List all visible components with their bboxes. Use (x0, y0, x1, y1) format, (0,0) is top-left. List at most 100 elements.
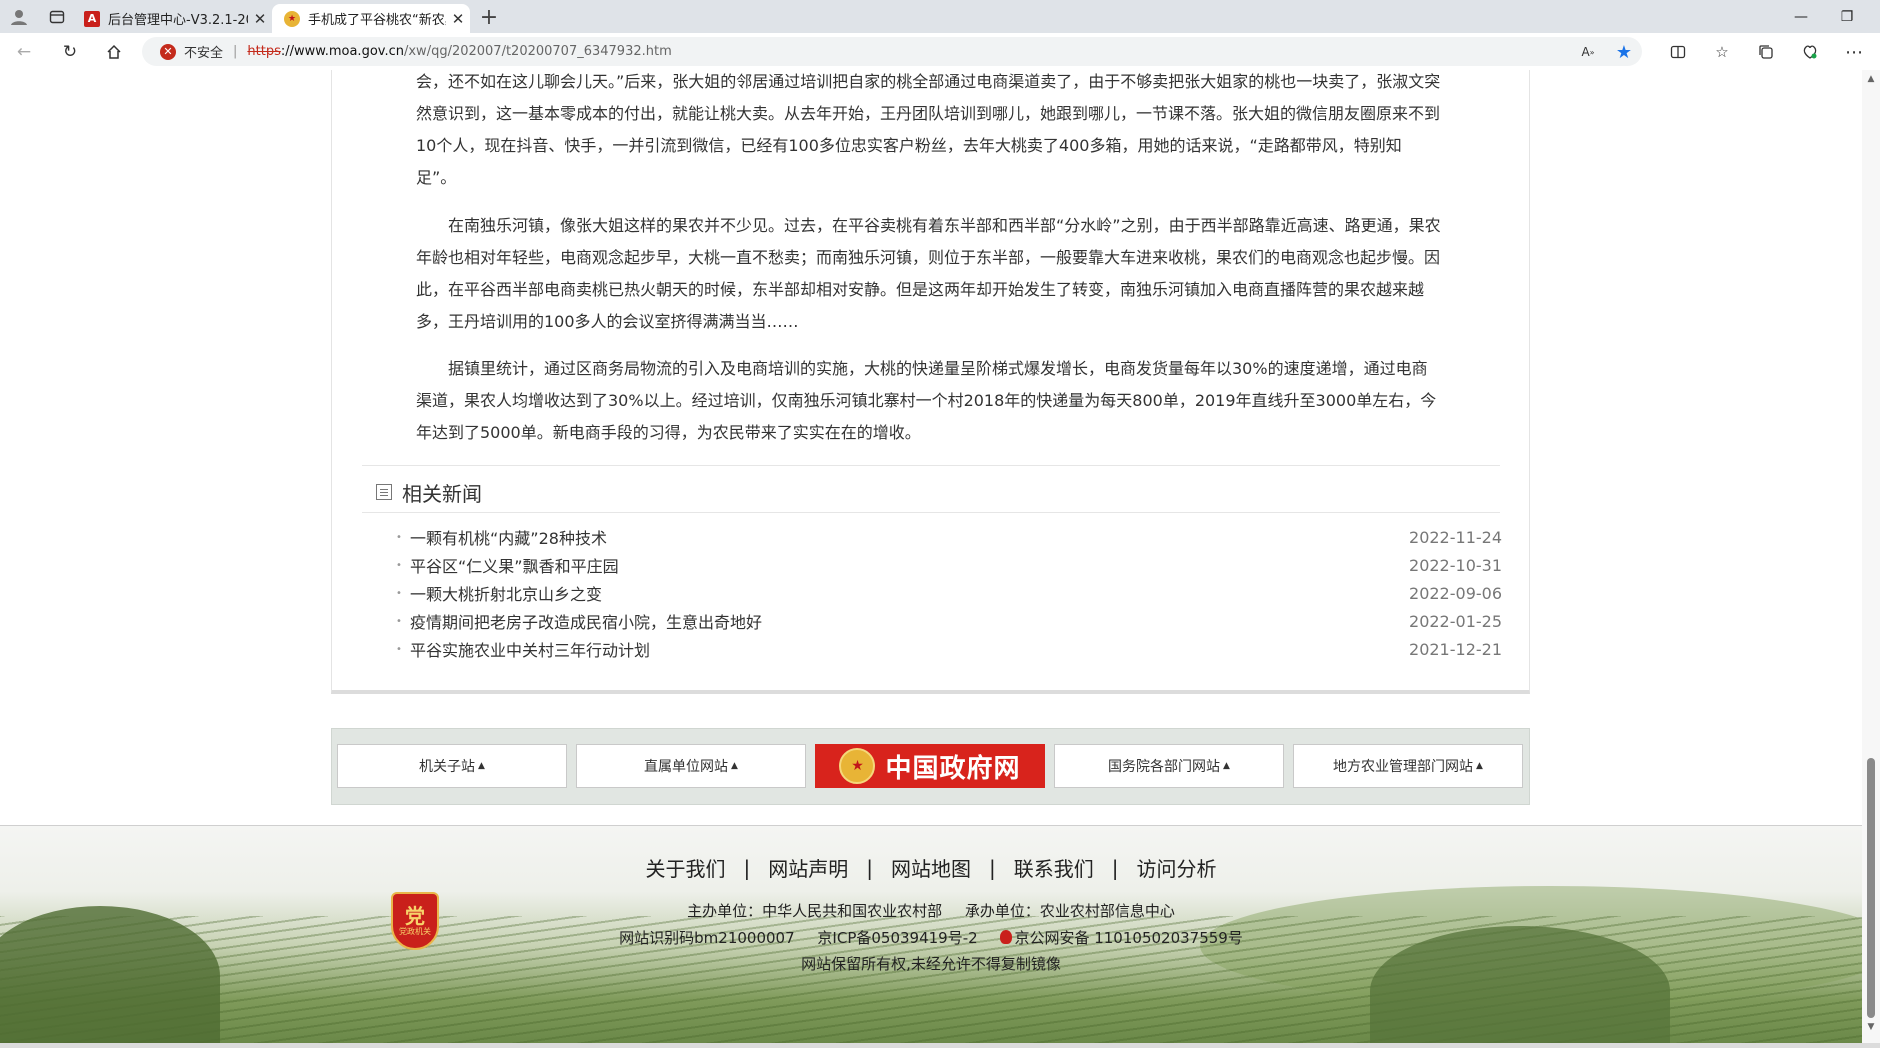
security-label: 不安全 (184, 46, 224, 61)
tab-title: 手机成了平谷桃农“新农具” (308, 13, 446, 28)
police-record[interactable]: 京公网安备 11010502037559号 (1000, 929, 1243, 947)
dept-subsites-dropdown[interactable]: 机关子站 ▲ (337, 744, 567, 788)
host-unit: 主办单位：中华人民共和国农业农村部 (687, 902, 943, 920)
footer-links: 关于我们 | 网站声明 | 网站地图 | 联系我们 | 访问分析 (0, 853, 1862, 882)
news-date: 2021-12-21 (1409, 639, 1502, 659)
bullet-icon: • (396, 615, 402, 627)
tab-current-article[interactable]: ★ 手机成了平谷桃农“新农具” ✕ (272, 4, 470, 33)
emblem-icon: ★ (284, 10, 300, 27)
caret-up-icon: ▲ (478, 761, 485, 771)
caret-up-icon: ▲ (1223, 761, 1230, 771)
url-path: /xw/qg/202007/t20200707_6347932.htm (403, 44, 672, 59)
related-news-list: • 一颗有机桃“内藏”28种技术 2022-11-24 • 平谷区“仁义果”飘香… (396, 523, 1502, 663)
news-list-icon (376, 484, 392, 500)
site-footer: 关于我们 | 网站声明 | 网站地图 | 联系我们 | 访问分析 党 党政机关 … (0, 825, 1862, 1043)
address-bar: ← ↻ ✕ 不安全 | https ://www.moa.gov.cn /xw/… (0, 33, 1880, 71)
news-link[interactable]: 一颗有机桃“内藏”28种技术 (410, 525, 1409, 549)
caret-up-icon: ▲ (731, 761, 738, 771)
link-separator: | (743, 855, 751, 880)
list-item[interactable]: • 一颗有机桃“内藏”28种技术 2022-11-24 (396, 523, 1502, 551)
dropdown-label: 机关子站 (419, 759, 476, 775)
bullet-icon: • (396, 531, 402, 543)
news-link[interactable]: 一颗大桃折射北京山乡之变 (410, 581, 1409, 605)
list-item[interactable]: • 平谷区“仁义果”飘香和平庄园 2022-10-31 (396, 551, 1502, 579)
minimize-icon[interactable]: — (1778, 0, 1824, 33)
tab-actions-icon[interactable] (46, 6, 68, 28)
url-scheme: https (247, 44, 281, 59)
dropdown-label: 国务院各部门网站 (1108, 759, 1221, 775)
scrollbar-thumb[interactable] (1867, 758, 1875, 1018)
dropdown-label: 直属单位网站 (644, 759, 729, 775)
china-gov-link[interactable]: ★ 中国政府网 (815, 744, 1045, 788)
divider (362, 512, 1500, 513)
local-agri-depts-dropdown[interactable]: 地方农业管理部门网站 ▲ (1293, 744, 1523, 788)
article-paragraph: 会，还不如在这儿聊会儿天。”后来，张大姐的邻居通过培训把自家的桃全部通过电商渠道… (416, 72, 1441, 187)
scroll-down-icon[interactable]: ▼ (1865, 1022, 1877, 1032)
news-link[interactable]: 平谷区“仁义果”飘香和平庄园 (410, 553, 1409, 577)
article-paragraph: 据镇里统计，通过区商务局物流的引入及电商培训的实施，大桃的快递量呈阶梯式爆发增长… (416, 359, 1437, 442)
related-news-heading: 相关新闻 (376, 477, 482, 507)
bullet-icon: • (396, 559, 402, 571)
link-separator: | (866, 855, 873, 880)
profile-icon[interactable] (8, 6, 30, 28)
footer-link-statement[interactable]: 网站声明 (768, 853, 848, 882)
organizer-unit: 承办单位：农业农村部信息中心 (964, 902, 1175, 920)
news-link[interactable]: 平谷实施农业中关村三年行动计划 (410, 637, 1409, 661)
read-aloud-icon[interactable]: A» (1576, 40, 1600, 64)
police-badge-icon (1000, 930, 1013, 944)
url-field[interactable]: ✕ 不安全 | https ://www.moa.gov.cn /xw/qg/2… (142, 37, 1642, 66)
list-item[interactable]: • 一颗大桃折射北京山乡之变 2022-09-06 (396, 579, 1502, 607)
back-icon[interactable]: ← (12, 40, 36, 64)
new-tab-icon[interactable]: + (478, 5, 500, 30)
tab-admin-center[interactable]: A 后台管理中心-V3.2.1-20220927 ✕ (72, 4, 272, 33)
not-secure-icon: ✕ (160, 43, 176, 60)
more-icon[interactable]: ⋯ (1842, 40, 1866, 64)
home-icon[interactable] (102, 40, 126, 64)
caret-up-icon: ▲ (1476, 761, 1483, 771)
footer-registration: 网站识别码bm21000007 京ICP备05039419号-2 京公网安备 1… (0, 927, 1862, 948)
split-screen-icon[interactable] (1666, 40, 1690, 64)
footer-link-sitemap[interactable]: 网站地图 (891, 853, 971, 882)
browser-essentials-icon[interactable] (1798, 40, 1822, 64)
favorites-icon[interactable]: ☆ (1710, 40, 1734, 64)
page-viewport: 会，还不如在这儿聊会儿天。”后来，张大姐的邻居通过培训把自家的桃全部通过电商渠道… (0, 70, 1862, 1043)
link-separator: | (989, 855, 996, 880)
footer-link-contact[interactable]: 联系我们 (1014, 853, 1094, 882)
tab-bar: A 后台管理中心-V3.2.1-20220927 ✕ ★ 手机成了平谷桃农“新农… (0, 0, 1880, 33)
news-date: 2022-11-24 (1409, 527, 1502, 547)
state-council-depts-dropdown[interactable]: 国务院各部门网站 ▲ (1054, 744, 1284, 788)
police-text: 京公网安备 11010502037559号 (1014, 929, 1243, 947)
gov-site-label: 中国政府网 (885, 753, 1021, 784)
article-card: 会，还不如在这儿聊会儿天。”后来，张大姐的邻居通过培训把自家的桃全部通过电商渠道… (331, 70, 1530, 694)
footer-link-about[interactable]: 关于我们 (646, 853, 726, 882)
divider: | (233, 44, 238, 59)
list-item[interactable]: • 疫情期间把老房子改造成民宿小院，生意出奇地好 2022-01-25 (396, 607, 1502, 635)
icp-link[interactable]: 京ICP备05039419号-2 (817, 929, 977, 947)
a-letter-icon: A (84, 10, 100, 27)
refresh-icon[interactable]: ↻ (58, 40, 82, 64)
footer-copyright: 网站保留所有权,未经允许不得复制镜像 (801, 955, 1061, 973)
article-paragraph: 在南独乐河镇，像张大姐这样的果农并不少见。过去，在平谷卖桃有着东半部和西半部“分… (416, 216, 1441, 331)
footer-units: 主办单位：中华人民共和国农业农村部 承办单位：农业农村部信息中心 (0, 900, 1862, 921)
related-news-title: 相关新闻 (402, 481, 482, 506)
url-host: ://www.moa.gov.cn (280, 44, 404, 59)
news-date: 2022-01-25 (1409, 611, 1502, 631)
national-emblem-icon: ★ (839, 748, 876, 784)
footer-link-analytics[interactable]: 访问分析 (1137, 853, 1217, 882)
bullet-icon: • (396, 643, 402, 655)
dropdown-label: 地方农业管理部门网站 (1333, 759, 1474, 775)
divider (362, 465, 1500, 466)
close-icon[interactable]: ✕ (446, 10, 470, 28)
affiliated-units-dropdown[interactable]: 直属单位网站 ▲ (576, 744, 806, 788)
news-date: 2022-10-31 (1409, 555, 1502, 575)
tab-title: 后台管理中心-V3.2.1-20220927 (108, 13, 248, 28)
news-link[interactable]: 疫情期间把老房子改造成民宿小院，生意出奇地好 (410, 609, 1409, 633)
scroll-up-icon[interactable]: ▲ (1865, 74, 1877, 84)
status-strip (0, 1043, 1880, 1048)
list-item[interactable]: • 平谷实施农业中关村三年行动计划 2021-12-21 (396, 635, 1502, 663)
close-icon[interactable]: ✕ (248, 10, 272, 28)
favorite-star-icon[interactable]: ★ (1612, 40, 1636, 64)
restore-icon[interactable]: ❐ (1824, 0, 1870, 33)
collections-icon[interactable] (1754, 40, 1778, 64)
news-date: 2022-09-06 (1409, 583, 1502, 603)
